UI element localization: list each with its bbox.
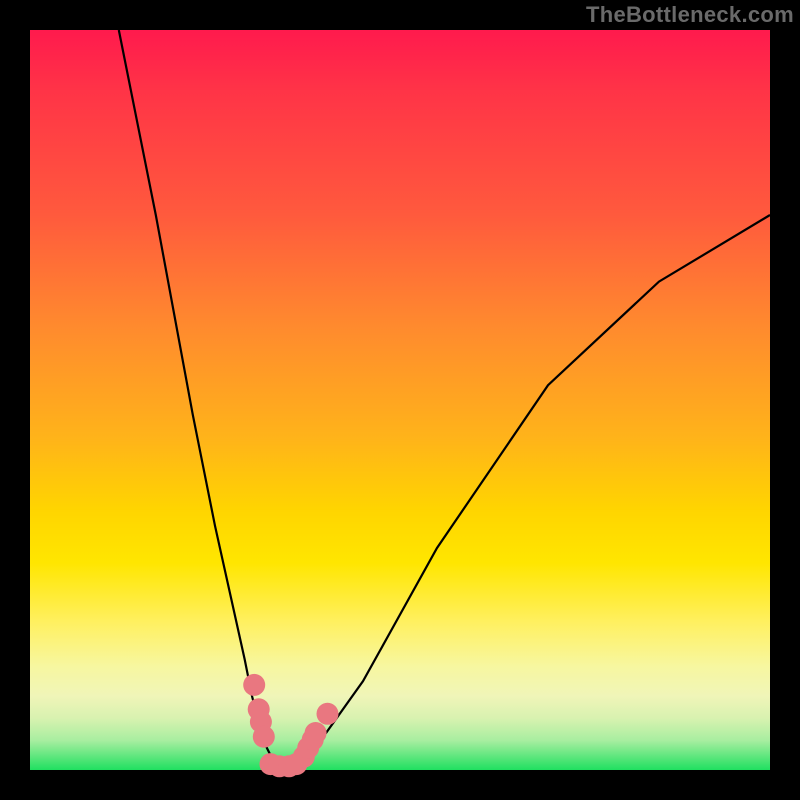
- curve-marker: [317, 703, 339, 725]
- watermark-text: TheBottleneck.com: [586, 2, 794, 28]
- bottleneck-curve: [119, 30, 770, 770]
- curve-marker: [305, 722, 327, 744]
- curve-marker: [253, 726, 275, 748]
- chart-svg: [30, 30, 770, 770]
- curve-markers: [243, 674, 338, 777]
- chart-frame: [30, 30, 770, 770]
- curve-marker: [243, 674, 265, 696]
